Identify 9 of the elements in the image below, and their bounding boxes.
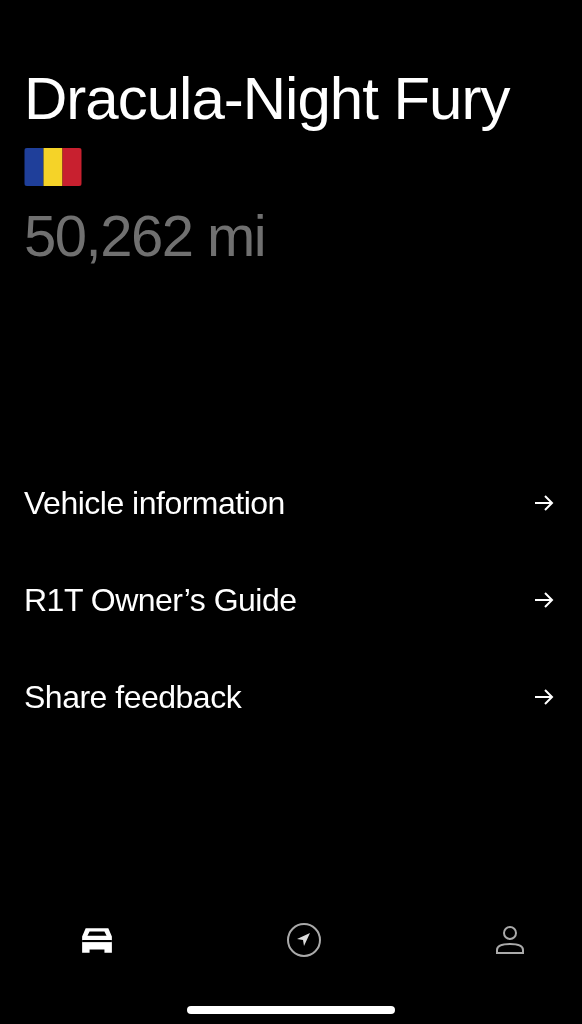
car-tab[interactable] (80, 925, 114, 955)
mileage: 50,262 mi (24, 206, 266, 266)
menu-item[interactable]: R1T Owner’s Guide (24, 583, 558, 617)
profile-tab[interactable] (494, 924, 526, 956)
menu-item[interactable]: Vehicle information (24, 486, 558, 520)
menu-item[interactable]: Share feedback (24, 680, 558, 714)
vehicle-name: Dracula-Night Fury (24, 66, 510, 132)
navigate-tab[interactable] (286, 922, 322, 958)
flag-icon (24, 148, 82, 186)
